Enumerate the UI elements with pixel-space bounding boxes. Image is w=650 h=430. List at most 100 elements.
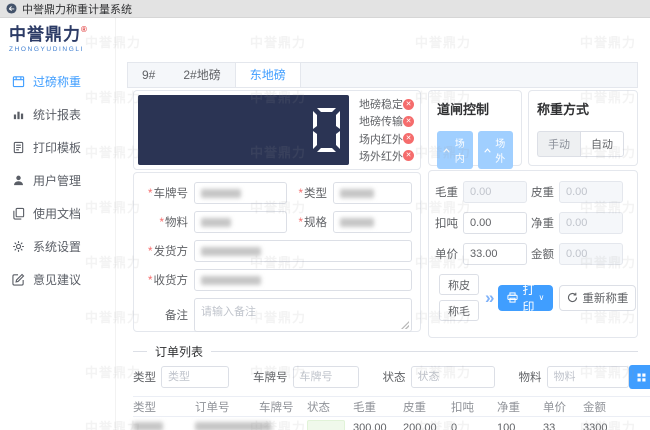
registered-mark: ® xyxy=(81,25,88,34)
weigh-mode-title: 称重方式 xyxy=(537,99,629,118)
masked-value xyxy=(133,422,163,430)
masked-value xyxy=(340,189,374,198)
status-scale-stable: 地磅稳定 ✕ xyxy=(359,96,414,112)
user-icon xyxy=(12,174,25,187)
filter-type-input[interactable] xyxy=(161,366,229,388)
plate-label: *车牌号 xyxy=(140,185,194,201)
sidebar-menu: 过磅称重 统计报表 打印模板 用户管理 使用文档 系统设置 意见建议 xyxy=(0,65,115,296)
weight-form-panel: 毛重 皮重 扣吨 净重 单价 金额 称皮 称毛 » 打印 ∨ xyxy=(428,170,638,338)
seven-segment-digit-0 xyxy=(313,108,340,152)
tab-scale-9[interactable]: 9# xyxy=(128,63,169,87)
price-input[interactable] xyxy=(463,243,527,265)
status-scale-transmit: 地磅传输 ✕ xyxy=(359,113,414,129)
sidebar-item-weighing[interactable]: 过磅称重 xyxy=(0,65,115,98)
error-circle-icon: ✕ xyxy=(403,133,414,144)
seven-segment-display xyxy=(138,95,349,165)
tab-scale-east[interactable]: 东地磅 xyxy=(235,63,301,87)
logo-text: 中誉鼎力 xyxy=(9,25,81,44)
net-label: 净重 xyxy=(527,215,559,231)
filter-plate-label: 车牌号 xyxy=(253,369,293,385)
deduct-input[interactable] xyxy=(463,212,527,234)
filter-plate-input[interactable] xyxy=(293,366,359,388)
masked-value xyxy=(340,218,374,227)
mode-auto-button[interactable]: 自动 xyxy=(580,131,624,157)
grid-icon xyxy=(637,373,646,382)
chevron-down-icon: ∨ xyxy=(538,293,544,302)
scale-tabbar: 9# 2#地磅 东地磅 xyxy=(127,62,638,88)
sidebar-item-print-template[interactable]: 打印模板 xyxy=(0,131,115,164)
mode-manual-button[interactable]: 手动 xyxy=(537,131,580,157)
order-table-header: 类型 订单号 车牌号 状态 毛重 皮重 扣吨 净重 单价 金额 xyxy=(133,396,650,417)
chevron-up-icon xyxy=(443,148,450,153)
plate-field[interactable] xyxy=(194,182,287,204)
sidebar-item-reports[interactable]: 统计报表 xyxy=(0,98,115,131)
gate-open-inside-button[interactable]: 场内 xyxy=(437,131,473,169)
tare-label: 皮重 xyxy=(527,184,559,200)
price-label: 单价 xyxy=(431,246,463,262)
sidebar-item-label: 系统设置 xyxy=(33,238,81,255)
gear-icon xyxy=(12,240,25,253)
sidebar: 中誉鼎力® ZHONGYUDINGLI 过磅称重 统计报表 打印模板 用户管理 … xyxy=(0,18,116,430)
masked-value xyxy=(201,276,261,285)
tab-scale-2[interactable]: 2#地磅 xyxy=(169,63,234,87)
error-circle-icon: ✕ xyxy=(403,116,414,127)
more-filters-button[interactable]: 更多 xyxy=(629,365,650,389)
sidebar-item-label: 过磅称重 xyxy=(33,73,81,90)
main-content: 9# 2#地磅 东地磅 地磅稳定 ✕ 地磅传输 xyxy=(116,18,650,430)
edit-pencil-icon xyxy=(12,273,25,286)
masked-value xyxy=(201,218,231,227)
gross-label: 毛重 xyxy=(431,184,463,200)
type-field[interactable] xyxy=(333,182,412,204)
sidebar-item-docs[interactable]: 使用文档 xyxy=(0,197,115,230)
remark-label: 备注 xyxy=(140,307,194,323)
error-circle-icon: ✕ xyxy=(403,99,414,110)
remark-textarea[interactable]: 请输入备注 xyxy=(194,298,412,332)
receiver-field[interactable] xyxy=(194,269,412,291)
sidebar-item-settings[interactable]: 系统设置 xyxy=(0,230,115,263)
masked-value xyxy=(201,189,241,198)
table-row[interactable]: 300.00 200.00 0 100 33 3300 xyxy=(133,417,650,430)
logo-subtext: ZHONGYUDINGLI xyxy=(9,46,115,53)
window-titlebar: 中誉鼎力称重计量系统 xyxy=(0,0,650,18)
filter-material-label: 物料 xyxy=(519,369,547,385)
sidebar-item-label: 意见建议 xyxy=(33,271,81,288)
weigh-tare-button[interactable]: 称皮 xyxy=(439,274,479,295)
material-field[interactable] xyxy=(194,211,287,233)
gate-control-panel: 道闸控制 场内 场外 xyxy=(428,90,522,166)
printer-icon xyxy=(507,292,518,303)
filter-status-label: 状态 xyxy=(383,369,411,385)
gate-control-title: 道闸控制 xyxy=(437,99,513,118)
tare-input[interactable] xyxy=(559,181,623,203)
documents-icon xyxy=(12,207,25,220)
gross-input[interactable] xyxy=(463,181,527,203)
order-filters: 类型 车牌号 状态 物料 更多 xyxy=(133,364,650,390)
order-list-divider: 订单列表 xyxy=(133,343,638,360)
resize-handle-icon[interactable] xyxy=(401,321,409,329)
double-chevron-right-icon: » xyxy=(485,289,492,306)
filter-status-input[interactable] xyxy=(411,366,495,388)
order-list-title: 订单列表 xyxy=(155,343,203,360)
sidebar-item-label: 统计报表 xyxy=(33,106,81,123)
status-infrared-inside: 场内红外 ✕ xyxy=(359,131,414,147)
filter-type-label: 类型 xyxy=(133,369,161,385)
weigh-scale-icon xyxy=(12,75,25,88)
gate-open-outside-button[interactable]: 场外 xyxy=(478,131,514,169)
net-input[interactable] xyxy=(559,212,623,234)
filter-material-input[interactable] xyxy=(547,366,629,388)
sidebar-item-feedback[interactable]: 意见建议 xyxy=(0,263,115,296)
weigh-mode-panel: 称重方式 手动 自动 xyxy=(528,90,638,166)
sidebar-item-users[interactable]: 用户管理 xyxy=(0,164,115,197)
shipper-field[interactable] xyxy=(194,240,412,262)
chevron-up-icon xyxy=(484,148,491,153)
order-form-panel: *车牌号 *类型 *物料 *规格 *发货方 *收货方 备注 请输入备注 xyxy=(133,172,421,332)
print-button[interactable]: 打印 ∨ xyxy=(498,285,553,311)
amount-input[interactable] xyxy=(559,243,623,265)
print-template-icon xyxy=(12,141,25,154)
spec-field[interactable] xyxy=(333,211,412,233)
weigh-gross-button[interactable]: 称毛 xyxy=(439,300,479,321)
reweigh-button[interactable]: 重新称重 xyxy=(559,285,636,311)
app-icon xyxy=(6,3,17,14)
remark-placeholder: 请输入备注 xyxy=(201,306,256,318)
amount-label: 金额 xyxy=(527,246,559,262)
weight-display-panel: 地磅稳定 ✕ 地磅传输 ✕ 场内红外 ✕ 场外红外 ✕ xyxy=(133,90,421,170)
